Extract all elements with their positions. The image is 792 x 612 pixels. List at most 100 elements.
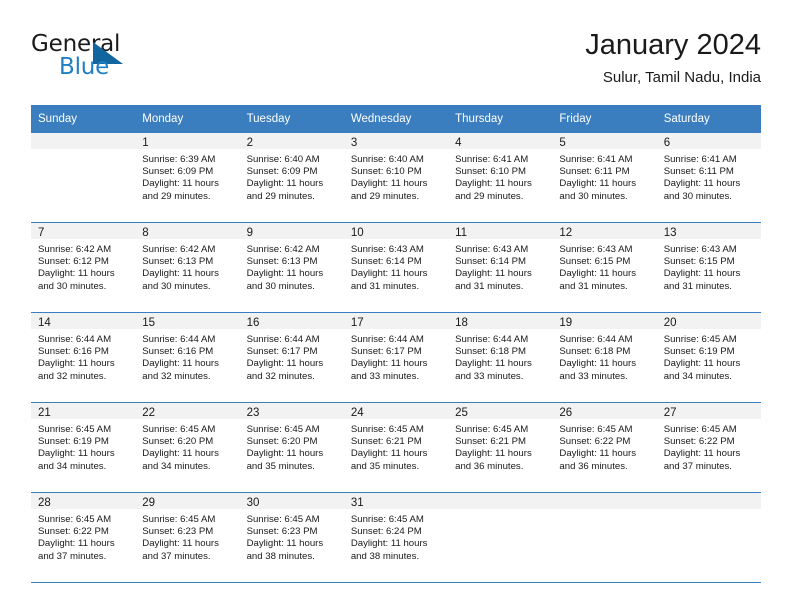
day-number: 18 bbox=[448, 313, 553, 329]
calendar-day-cell[interactable] bbox=[552, 492, 657, 583]
daylight-text-line1: Daylight: 11 hours bbox=[246, 268, 324, 280]
day-cell-content: 1 Sunrise: 6:39 AM Sunset: 6:09 PM Daylight… bbox=[135, 133, 240, 222]
day-number: 23 bbox=[239, 403, 344, 419]
day-sun-info: Sunrise: 6:45 AM Sunset: 6:23 PM Daylight:… bbox=[135, 509, 239, 563]
calendar-day-cell[interactable]: 23 Sunrise: 6:45 AM Sunset: 6:20 PM Dayligh… bbox=[239, 402, 344, 493]
calendar-day-cell[interactable]: 5 Sunrise: 6:41 AM Sunset: 6:11 PM Daylight… bbox=[552, 133, 657, 223]
day-number: 21 bbox=[31, 403, 136, 419]
calendar-day-cell[interactable]: 4 Sunrise: 6:41 AM Sunset: 6:10 PM Daylight… bbox=[448, 133, 553, 223]
calendar-day-cell[interactable]: 20 Sunrise: 6:45 AM Sunset: 6:19 PM Dayligh… bbox=[656, 312, 761, 403]
daylight-text-line2: and 34 minutes. bbox=[663, 370, 732, 382]
sunset-text: Sunset: 6:11 PM bbox=[559, 166, 630, 178]
calendar-day-cell[interactable]: 13 Sunrise: 6:43 AM Sunset: 6:15 PM Dayligh… bbox=[656, 222, 761, 313]
calendar-day-cell[interactable]: 10 Sunrise: 6:43 AM Sunset: 6:14 PM Dayligh… bbox=[343, 222, 449, 313]
sunrise-text: Sunrise: 6:44 AM bbox=[142, 334, 216, 345]
sunrise-text: Sunrise: 6:45 AM bbox=[142, 424, 216, 435]
calendar-day-cell[interactable]: 28 Sunrise: 6:45 AM Sunset: 6:22 PM Dayligh… bbox=[31, 492, 136, 583]
daylight-text-line1: Daylight: 11 hours bbox=[559, 358, 637, 370]
day-sun-info: Sunrise: 6:45 AM Sunset: 6:21 PM Daylight:… bbox=[448, 419, 552, 473]
calendar-day-cell[interactable]: 18 Sunrise: 6:44 AM Sunset: 6:18 PM Dayligh… bbox=[448, 312, 553, 403]
calendar-day-cell[interactable]: 25 Sunrise: 6:45 AM Sunset: 6:21 PM Dayligh… bbox=[448, 402, 553, 493]
weekday-header-saturday: Saturday bbox=[656, 105, 761, 133]
calendar-day-cell[interactable]: 21 Sunrise: 6:45 AM Sunset: 6:19 PM Dayligh… bbox=[31, 402, 136, 493]
day-cell-content bbox=[552, 493, 657, 582]
sunset-text: Sunset: 6:17 PM bbox=[350, 346, 422, 358]
daylight-text-line1: Daylight: 11 hours bbox=[38, 448, 115, 460]
sunset-text: Sunset: 6:20 PM bbox=[246, 436, 318, 448]
day-number: 28 bbox=[31, 493, 136, 509]
calendar-day-cell[interactable]: 6 Sunrise: 6:41 AM Sunset: 6:11 PM Daylight… bbox=[656, 133, 761, 223]
day-cell-content: 12 Sunrise: 6:43 AM Sunset: 6:15 PM Dayligh… bbox=[552, 223, 657, 312]
daylight-text-line2: and 33 minutes. bbox=[559, 370, 628, 382]
sunset-text: Sunset: 6:20 PM bbox=[142, 436, 214, 448]
sunrise-text: Sunrise: 6:44 AM bbox=[350, 334, 424, 345]
day-cell-content: 16 Sunrise: 6:44 AM Sunset: 6:17 PM Dayligh… bbox=[239, 313, 344, 402]
daylight-text-line1: Daylight: 11 hours bbox=[246, 538, 324, 550]
sunset-text: Sunset: 6:12 PM bbox=[38, 256, 109, 268]
calendar-day-cell[interactable]: 9 Sunrise: 6:42 AM Sunset: 6:13 PM Daylight… bbox=[239, 222, 344, 313]
calendar-day-cell[interactable]: 31 Sunrise: 6:45 AM Sunset: 6:24 PM Dayligh… bbox=[343, 492, 449, 583]
calendar-day-cell[interactable]: 29 Sunrise: 6:45 AM Sunset: 6:23 PM Dayligh… bbox=[135, 492, 240, 583]
calendar-day-cell[interactable]: 27 Sunrise: 6:45 AM Sunset: 6:22 PM Dayligh… bbox=[656, 402, 761, 493]
weekday-header-thursday: Thursday bbox=[448, 105, 553, 133]
day-sun-info: Sunrise: 6:44 AM Sunset: 6:18 PM Daylight:… bbox=[448, 329, 552, 383]
day-sun-info: Sunrise: 6:45 AM Sunset: 6:20 PM Daylight:… bbox=[240, 419, 344, 473]
sunset-text: Sunset: 6:18 PM bbox=[455, 346, 527, 358]
daylight-text-line2: and 31 minutes. bbox=[559, 280, 628, 292]
day-cell-content: 22 Sunrise: 6:45 AM Sunset: 6:20 PM Dayligh… bbox=[135, 403, 240, 492]
sunrise-text: Sunrise: 6:45 AM bbox=[38, 424, 112, 435]
calendar-page: General Blue January 2024 Sulur, Tamil N… bbox=[0, 0, 792, 612]
day-cell-content bbox=[31, 133, 136, 222]
calendar-day-cell[interactable]: 22 Sunrise: 6:45 AM Sunset: 6:20 PM Dayligh… bbox=[135, 402, 240, 493]
day-cell-content: 14 Sunrise: 6:44 AM Sunset: 6:16 PM Dayligh… bbox=[31, 313, 136, 402]
calendar-day-cell[interactable]: 8 Sunrise: 6:42 AM Sunset: 6:13 PM Daylight… bbox=[135, 222, 240, 313]
day-number: 30 bbox=[239, 493, 344, 509]
calendar-day-cell[interactable] bbox=[656, 492, 761, 583]
calendar-day-cell[interactable]: 24 Sunrise: 6:45 AM Sunset: 6:21 PM Dayligh… bbox=[343, 402, 449, 493]
day-cell-content: 28 Sunrise: 6:45 AM Sunset: 6:22 PM Dayligh… bbox=[31, 493, 136, 582]
daylight-text-line1: Daylight: 11 hours bbox=[38, 268, 115, 280]
calendar-day-cell[interactable] bbox=[31, 133, 136, 223]
calendar-day-cell[interactable]: 12 Sunrise: 6:43 AM Sunset: 6:15 PM Dayligh… bbox=[552, 222, 657, 313]
calendar-day-cell[interactable]: 11 Sunrise: 6:43 AM Sunset: 6:14 PM Dayligh… bbox=[448, 222, 553, 313]
calendar-day-cell[interactable] bbox=[448, 492, 553, 583]
day-number: 29 bbox=[135, 493, 240, 509]
logo-text-blue: Blue bbox=[59, 54, 110, 80]
daylight-text-line1: Daylight: 11 hours bbox=[142, 178, 219, 190]
calendar-day-cell[interactable]: 15 Sunrise: 6:44 AM Sunset: 6:16 PM Dayligh… bbox=[135, 312, 240, 403]
daylight-text-line2: and 31 minutes. bbox=[663, 280, 732, 292]
day-cell-content: 13 Sunrise: 6:43 AM Sunset: 6:15 PM Dayligh… bbox=[656, 223, 761, 312]
day-cell-content: 21 Sunrise: 6:45 AM Sunset: 6:19 PM Dayligh… bbox=[31, 403, 136, 492]
day-number bbox=[656, 493, 761, 509]
calendar-day-cell[interactable]: 1 Sunrise: 6:39 AM Sunset: 6:09 PM Daylight… bbox=[135, 133, 240, 223]
calendar-week-row: 14 Sunrise: 6:44 AM Sunset: 6:16 PM Dayligh… bbox=[31, 312, 761, 403]
calendar-day-cell[interactable]: 17 Sunrise: 6:44 AM Sunset: 6:17 PM Dayligh… bbox=[343, 312, 449, 403]
day-cell-content: 30 Sunrise: 6:45 AM Sunset: 6:23 PM Dayligh… bbox=[239, 493, 344, 582]
day-number: 14 bbox=[31, 313, 136, 329]
day-sun-info: Sunrise: 6:45 AM Sunset: 6:23 PM Daylight:… bbox=[240, 509, 344, 563]
general-blue-logo[interactable]: General Blue bbox=[31, 28, 151, 82]
day-sun-info: Sunrise: 6:43 AM Sunset: 6:15 PM Daylight:… bbox=[657, 239, 761, 293]
calendar-day-cell[interactable]: 30 Sunrise: 6:45 AM Sunset: 6:23 PM Dayligh… bbox=[239, 492, 344, 583]
calendar-day-cell[interactable]: 26 Sunrise: 6:45 AM Sunset: 6:22 PM Dayligh… bbox=[552, 402, 657, 493]
daylight-text-line2: and 32 minutes. bbox=[142, 370, 211, 382]
calendar-day-cell[interactable]: 7 Sunrise: 6:42 AM Sunset: 6:12 PM Daylight… bbox=[31, 222, 136, 313]
sunset-text: Sunset: 6:19 PM bbox=[38, 436, 109, 448]
calendar-day-cell[interactable]: 2 Sunrise: 6:40 AM Sunset: 6:09 PM Daylight… bbox=[239, 133, 344, 223]
day-cell-content: 9 Sunrise: 6:42 AM Sunset: 6:13 PM Daylight… bbox=[239, 223, 344, 312]
day-sun-info: Sunrise: 6:45 AM Sunset: 6:24 PM Daylight:… bbox=[344, 509, 448, 563]
daylight-text-line2: and 29 minutes. bbox=[455, 190, 524, 202]
day-cell-content: 26 Sunrise: 6:45 AM Sunset: 6:22 PM Dayligh… bbox=[552, 403, 657, 492]
calendar-day-cell[interactable]: 19 Sunrise: 6:44 AM Sunset: 6:18 PM Dayligh… bbox=[552, 312, 657, 403]
daylight-text-line2: and 34 minutes. bbox=[142, 460, 211, 472]
sunset-text: Sunset: 6:22 PM bbox=[559, 436, 631, 448]
sunrise-text: Sunrise: 6:45 AM bbox=[38, 514, 112, 525]
day-number: 22 bbox=[135, 403, 240, 419]
weekday-header-wednesday: Wednesday bbox=[343, 105, 449, 133]
daylight-text-line2: and 30 minutes. bbox=[663, 190, 732, 202]
calendar-day-cell[interactable]: 3 Sunrise: 6:40 AM Sunset: 6:10 PM Daylight… bbox=[343, 133, 449, 223]
calendar-day-cell[interactable]: 14 Sunrise: 6:44 AM Sunset: 6:16 PM Dayligh… bbox=[31, 312, 136, 403]
daylight-text-line2: and 37 minutes. bbox=[142, 550, 211, 562]
day-cell-content: 3 Sunrise: 6:40 AM Sunset: 6:10 PM Daylight… bbox=[343, 133, 449, 222]
calendar-day-cell[interactable]: 16 Sunrise: 6:44 AM Sunset: 6:17 PM Dayligh… bbox=[239, 312, 344, 403]
